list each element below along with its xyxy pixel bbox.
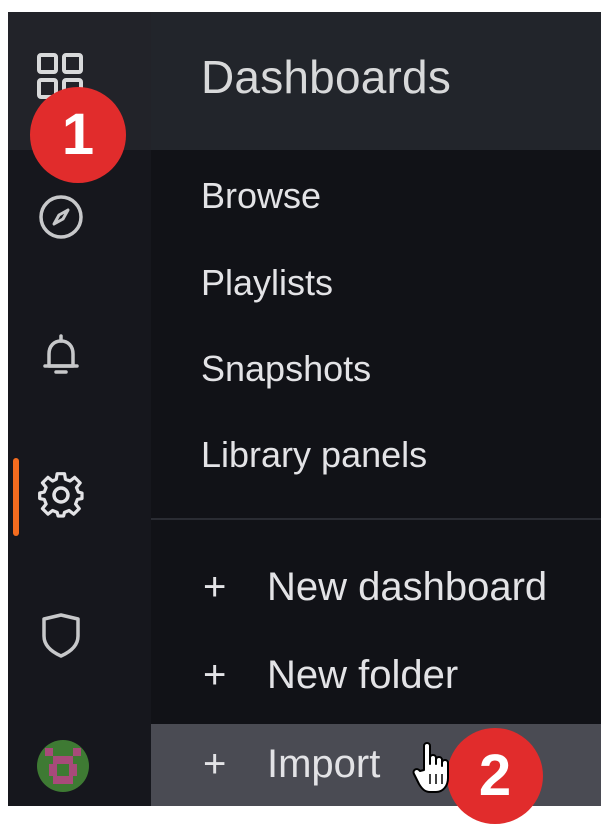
menu-action-label: New folder <box>267 653 459 697</box>
menu-action-label: Import <box>267 742 381 786</box>
bell-svg <box>43 334 79 374</box>
dashboards-flyout-menu: Dashboards Browse Playlists Snapshots Li… <box>151 12 601 806</box>
plus-icon: + <box>203 742 227 786</box>
plus-icon: + <box>203 653 227 697</box>
gear-svg <box>38 472 84 518</box>
menu-item-snapshots[interactable]: Snapshots <box>201 348 371 390</box>
menu-divider <box>151 518 601 520</box>
hand-cursor-icon <box>412 742 449 793</box>
menu-action-new-folder[interactable]: + New folder <box>151 641 601 711</box>
menu-item-playlists[interactable]: Playlists <box>201 262 333 304</box>
active-indicator-bar <box>13 458 19 536</box>
server-admin-shield-icon[interactable] <box>36 610 86 660</box>
step-1-badge: 1 <box>30 87 126 183</box>
menu-action-new-dashboard[interactable]: + New dashboard <box>151 553 601 623</box>
compass-svg <box>39 195 83 239</box>
plus-icon: + <box>203 565 227 609</box>
menu-title: Dashboards <box>201 51 452 103</box>
avatar-pixel-art <box>37 740 89 792</box>
explore-compass-icon[interactable] <box>36 192 86 242</box>
menu-action-label: New dashboard <box>267 565 548 609</box>
menu-item-library-panels[interactable]: Library panels <box>201 434 427 476</box>
step-2-badge: 2 <box>447 728 543 824</box>
menu-header[interactable]: Dashboards <box>151 12 601 150</box>
menu-item-browse[interactable]: Browse <box>201 175 321 217</box>
alerting-bell-icon[interactable] <box>36 330 86 380</box>
configuration-gear-icon[interactable] <box>36 470 86 520</box>
shield-svg <box>42 613 80 658</box>
user-avatar[interactable] <box>37 740 89 792</box>
